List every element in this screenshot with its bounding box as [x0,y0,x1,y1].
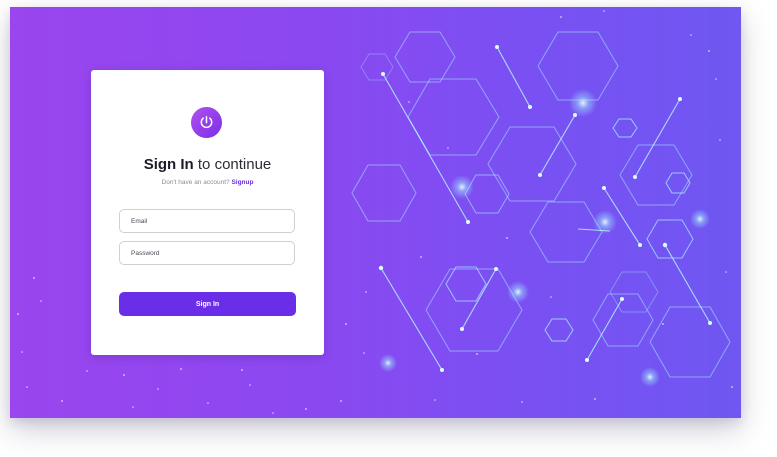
page-title-rest: to continue [193,156,272,173]
page-title: Sign In to continue [91,156,324,174]
page-title-bold: Sign In [143,156,194,173]
password-field[interactable]: Password [119,241,295,265]
page-frame: Sign In to continue Don't have an accoun… [10,7,741,418]
signup-link[interactable]: Signup [231,179,253,186]
email-placeholder: Email [131,217,148,225]
password-placeholder: Password [131,249,160,257]
power-icon [191,107,222,138]
signup-prompt: Don't have an account? Signup [91,178,324,187]
sign-in-card: Sign In to continue Don't have an accoun… [91,70,324,355]
email-field[interactable]: Email [119,209,295,233]
signup-prompt-text: Don't have an account? [161,179,230,186]
sign-in-button[interactable]: Sign In [119,292,296,316]
